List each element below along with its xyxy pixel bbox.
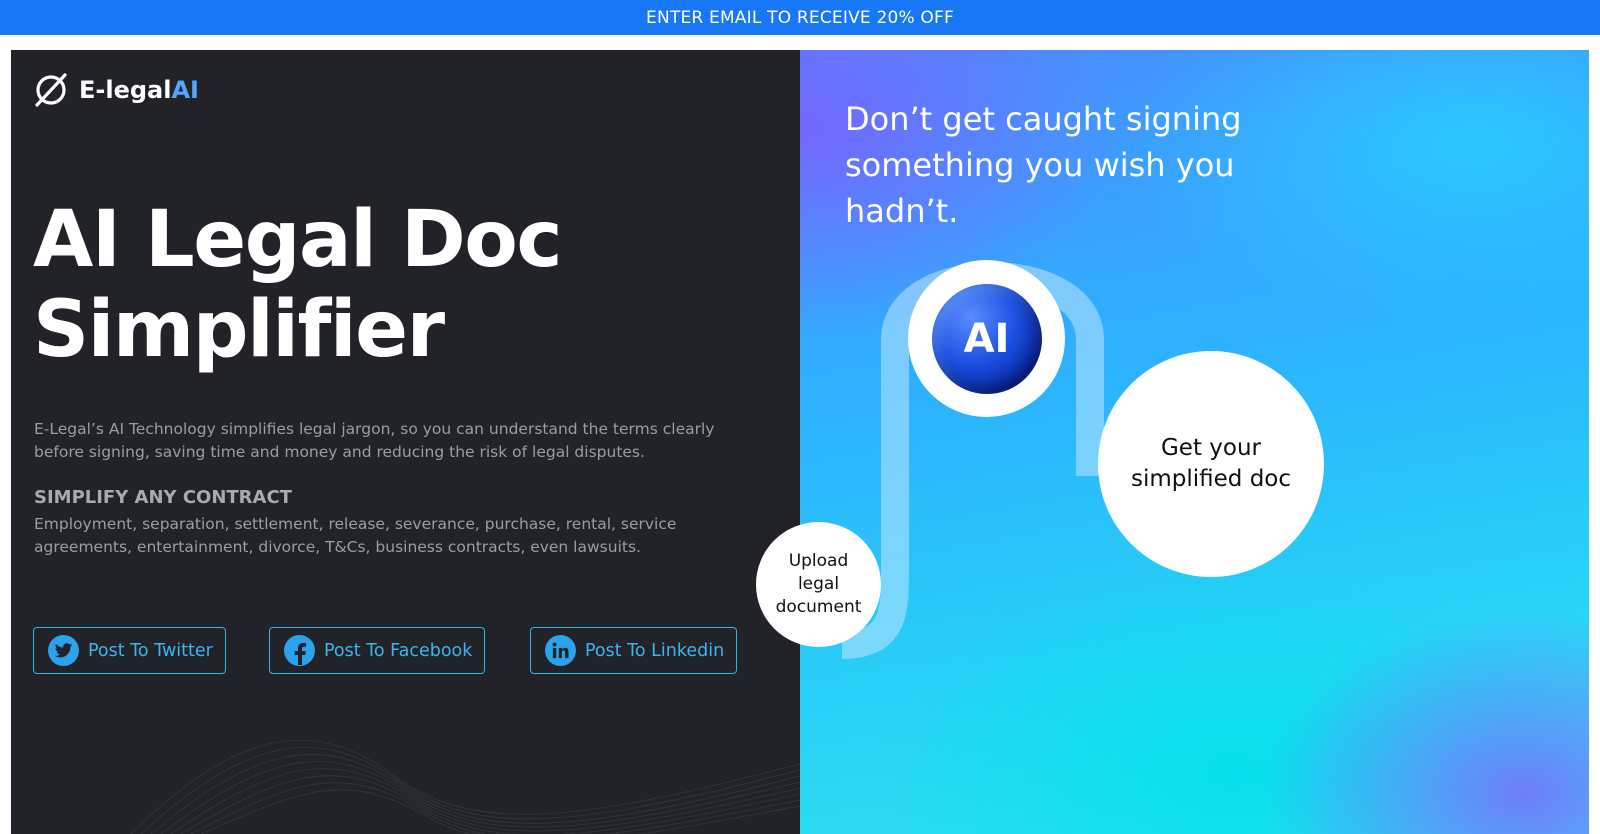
ai-orb: AI (931, 283, 1042, 394)
ai-label: AI (963, 315, 1010, 362)
illustration-panel: Don’t get caught signing something you w… (800, 50, 1589, 834)
facebook-icon (284, 635, 315, 666)
page-title-line-1: AI Legal Doc (33, 195, 563, 285)
brand-name: E-legalAI (79, 76, 199, 104)
share-twitter-label: Post To Twitter (88, 640, 213, 661)
share-facebook-label: Post To Facebook (324, 640, 473, 661)
contract-types: Employment, separation, settlement, rele… (34, 515, 677, 556)
linkedin-icon (545, 635, 576, 666)
upload-step-circle: Upload legal document (756, 522, 881, 647)
promo-text: ENTER EMAIL TO RECEIVE 20% OFF (646, 7, 954, 28)
page-title-line-2: Simplifier (33, 285, 445, 375)
share-linkedin-button[interactable]: Post To Linkedin (530, 627, 738, 674)
upload-step-label: Upload legal document (775, 551, 862, 617)
brand-logo[interactable]: E-legalAI (33, 72, 199, 108)
page-title: AI Legal Doc Simplifier (33, 195, 633, 375)
ai-step-circle: AI (908, 260, 1065, 417)
twitter-icon (48, 635, 79, 666)
result-step-circle: Get your simplified doc (1098, 351, 1324, 577)
contract-subheading: SIMPLIFY ANY CONTRACT (34, 487, 292, 508)
hero-panel: E-legalAI AI Legal Doc Simplifier E-Lega… (11, 50, 800, 834)
share-facebook-button[interactable]: Post To Facebook (269, 627, 486, 674)
result-step-label: Get your simplified doc (1130, 435, 1292, 492)
hero-description: E-Legal’s AI Technology simplifies legal… (34, 420, 715, 461)
wave-decoration (130, 739, 800, 834)
share-linkedin-label: Post To Linkedin (585, 640, 725, 661)
share-twitter-button[interactable]: Post To Twitter (33, 627, 226, 674)
brand-name-suffix: AI (171, 76, 199, 104)
brand-name-prefix: E-legal (79, 76, 172, 104)
promo-bar[interactable]: ENTER EMAIL TO RECEIVE 20% OFF (0, 0, 1600, 35)
logo-icon (35, 73, 67, 107)
